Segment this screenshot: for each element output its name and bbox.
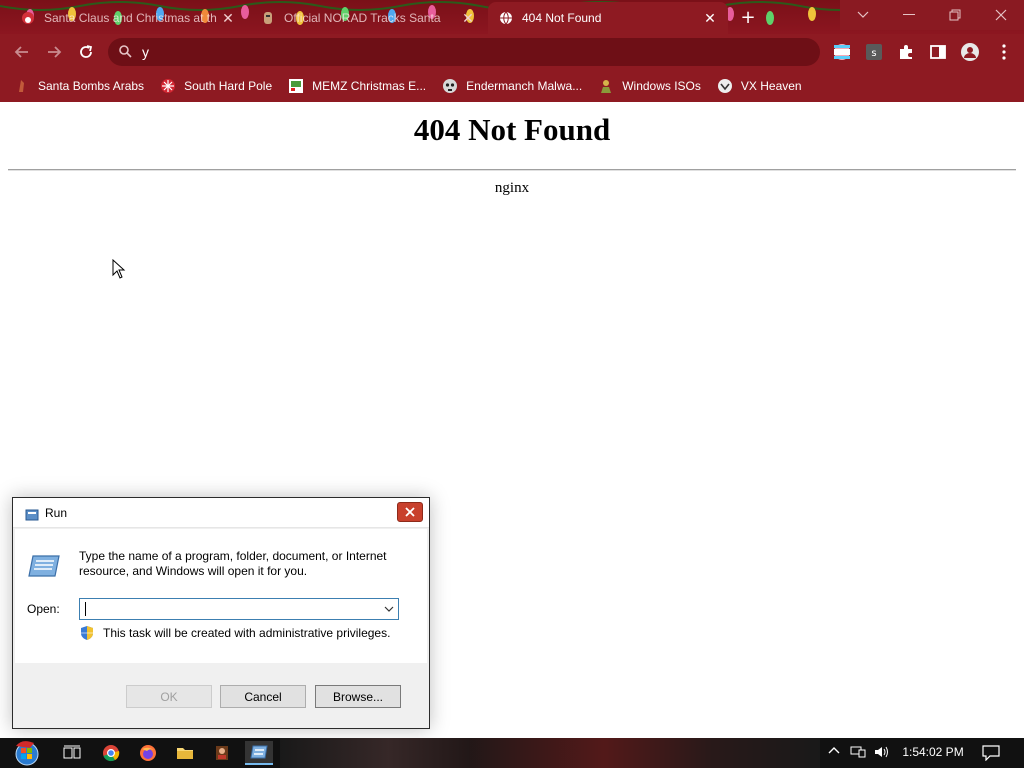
- run-icon: [25, 506, 39, 525]
- task-view-icon[interactable]: [60, 741, 84, 765]
- windows-isos-icon: [598, 78, 614, 94]
- tab-title: 404 Not Found: [522, 11, 602, 25]
- back-icon[interactable]: [10, 40, 34, 64]
- bookmarks-bar: Santa Bombs Arabs South Hard Pole MEMZ C…: [0, 70, 1024, 102]
- text-caret: [85, 602, 86, 616]
- svg-text:s: s: [871, 48, 876, 59]
- open-label: Open:: [27, 602, 60, 616]
- bookmark-label: South Hard Pole: [184, 79, 273, 93]
- address-bar-text: y: [142, 44, 149, 60]
- bookmark-south-hard-pole[interactable]: South Hard Pole: [160, 78, 272, 94]
- start-button[interactable]: [10, 741, 44, 766]
- bookmark-label: Santa Bombs Arabs: [38, 79, 145, 93]
- bookmark-label: MEMZ Christmas E...: [312, 79, 427, 93]
- profile-avatar-icon[interactable]: [960, 42, 980, 62]
- run-dialog-title: Run: [45, 506, 68, 520]
- divider: [8, 169, 1016, 171]
- chevron-down-icon[interactable]: [382, 601, 396, 617]
- bookmark-label: Windows ISOs: [622, 79, 701, 93]
- file-explorer-icon[interactable]: [173, 741, 197, 765]
- bookmark-endermanch-malware[interactable]: Endermanch Malwa...: [442, 78, 582, 94]
- address-bar[interactable]: y: [108, 38, 820, 66]
- tab-norad[interactable]: Official NORAD Tracks Santa ✕: [250, 2, 486, 34]
- bookmark-windows-isos[interactable]: Windows ISOs: [598, 78, 701, 94]
- taskbar-wallpaper: [280, 738, 820, 768]
- bookmark-label: VX Heaven: [740, 79, 802, 93]
- close-tab-icon[interactable]: ✕: [460, 10, 476, 26]
- close-tab-icon[interactable]: ✕: [702, 10, 718, 26]
- close-window-icon[interactable]: [978, 0, 1024, 30]
- new-tab-button[interactable]: +: [738, 6, 758, 28]
- santa-favicon-icon: [14, 78, 30, 94]
- tab-title: Official NORAD Tracks Santa: [284, 11, 441, 25]
- page-title: 404 Not Found: [413, 112, 611, 147]
- browse-button[interactable]: Browse...: [315, 685, 401, 708]
- start-orb-icon: [15, 741, 39, 766]
- firefox-icon[interactable]: [136, 741, 160, 765]
- tab-santa-claus[interactable]: Santa Claus and Christmas at th ✕: [10, 2, 246, 34]
- extensions-puzzle-icon[interactable]: [896, 42, 916, 62]
- taskbar-clock[interactable]: 1:54:02 PM: [900, 745, 966, 759]
- ok-button[interactable]: OK: [126, 685, 212, 708]
- network-icon[interactable]: [850, 745, 866, 762]
- tab-strip: Santa Claus and Christmas at th ✕ Offici…: [0, 0, 1024, 34]
- browser-toolbar: y s: [0, 34, 1024, 70]
- run-icon[interactable]: [245, 741, 273, 765]
- uac-shield-icon: [79, 625, 95, 645]
- globe-icon: [498, 10, 514, 26]
- bookmark-santa-bombs-arabs[interactable]: Santa Bombs Arabs: [14, 78, 144, 94]
- open-combobox[interactable]: [79, 598, 399, 620]
- restore-icon[interactable]: [932, 0, 978, 30]
- minimize-icon[interactable]: [886, 0, 932, 30]
- run-program-icon: [27, 553, 61, 583]
- admin-privileges-note: This task will be created with administr…: [103, 626, 391, 640]
- run-dialog-titlebar[interactable]: Run: [13, 498, 429, 528]
- close-tab-icon[interactable]: ✕: [220, 10, 236, 26]
- side-panel-icon[interactable]: [928, 42, 948, 62]
- memz-icon: [288, 78, 304, 94]
- volume-icon[interactable]: [874, 745, 890, 762]
- notification-center-icon[interactable]: [982, 745, 1000, 764]
- show-hidden-icons-icon[interactable]: [828, 745, 840, 760]
- server-signature: nginx: [494, 180, 530, 196]
- bookmark-memz-christmas[interactable]: MEMZ Christmas E...: [288, 78, 426, 94]
- taskbar: 1:54:02 PM: [0, 738, 1024, 768]
- tab-404-not-found[interactable]: 404 Not Found ✕: [488, 2, 728, 34]
- santa-favicon-icon: [20, 10, 36, 26]
- tab-title: Santa Claus and Christmas at th: [44, 11, 217, 25]
- run-dialog: Run Type the name of a program, folder, …: [12, 497, 430, 729]
- menu-kebab-icon[interactable]: [994, 42, 1014, 62]
- search-icon: [118, 43, 132, 62]
- skull-icon: [442, 78, 458, 94]
- run-description: Type the name of a program, folder, docu…: [79, 549, 387, 578]
- tab-search-chevron-icon[interactable]: [840, 0, 886, 30]
- close-dialog-button[interactable]: [397, 502, 423, 522]
- mouse-pointer-icon: [112, 259, 126, 279]
- extension-flag-icon[interactable]: [832, 42, 852, 62]
- snowflake-icon: [160, 78, 176, 94]
- vx-heaven-icon: [717, 78, 733, 94]
- cancel-button[interactable]: Cancel: [220, 685, 306, 708]
- chrome-icon[interactable]: [99, 741, 123, 765]
- bookmark-label: Endermanch Malwa...: [466, 79, 583, 93]
- reload-icon[interactable]: [74, 40, 98, 64]
- run-dialog-body: Type the name of a program, folder, docu…: [15, 529, 427, 663]
- norad-favicon-icon: [260, 10, 276, 26]
- game-icon[interactable]: [210, 741, 234, 765]
- forward-icon[interactable]: [42, 40, 66, 64]
- bookmark-vx-heaven[interactable]: VX Heaven: [717, 78, 802, 94]
- extension-s-icon[interactable]: s: [864, 42, 884, 62]
